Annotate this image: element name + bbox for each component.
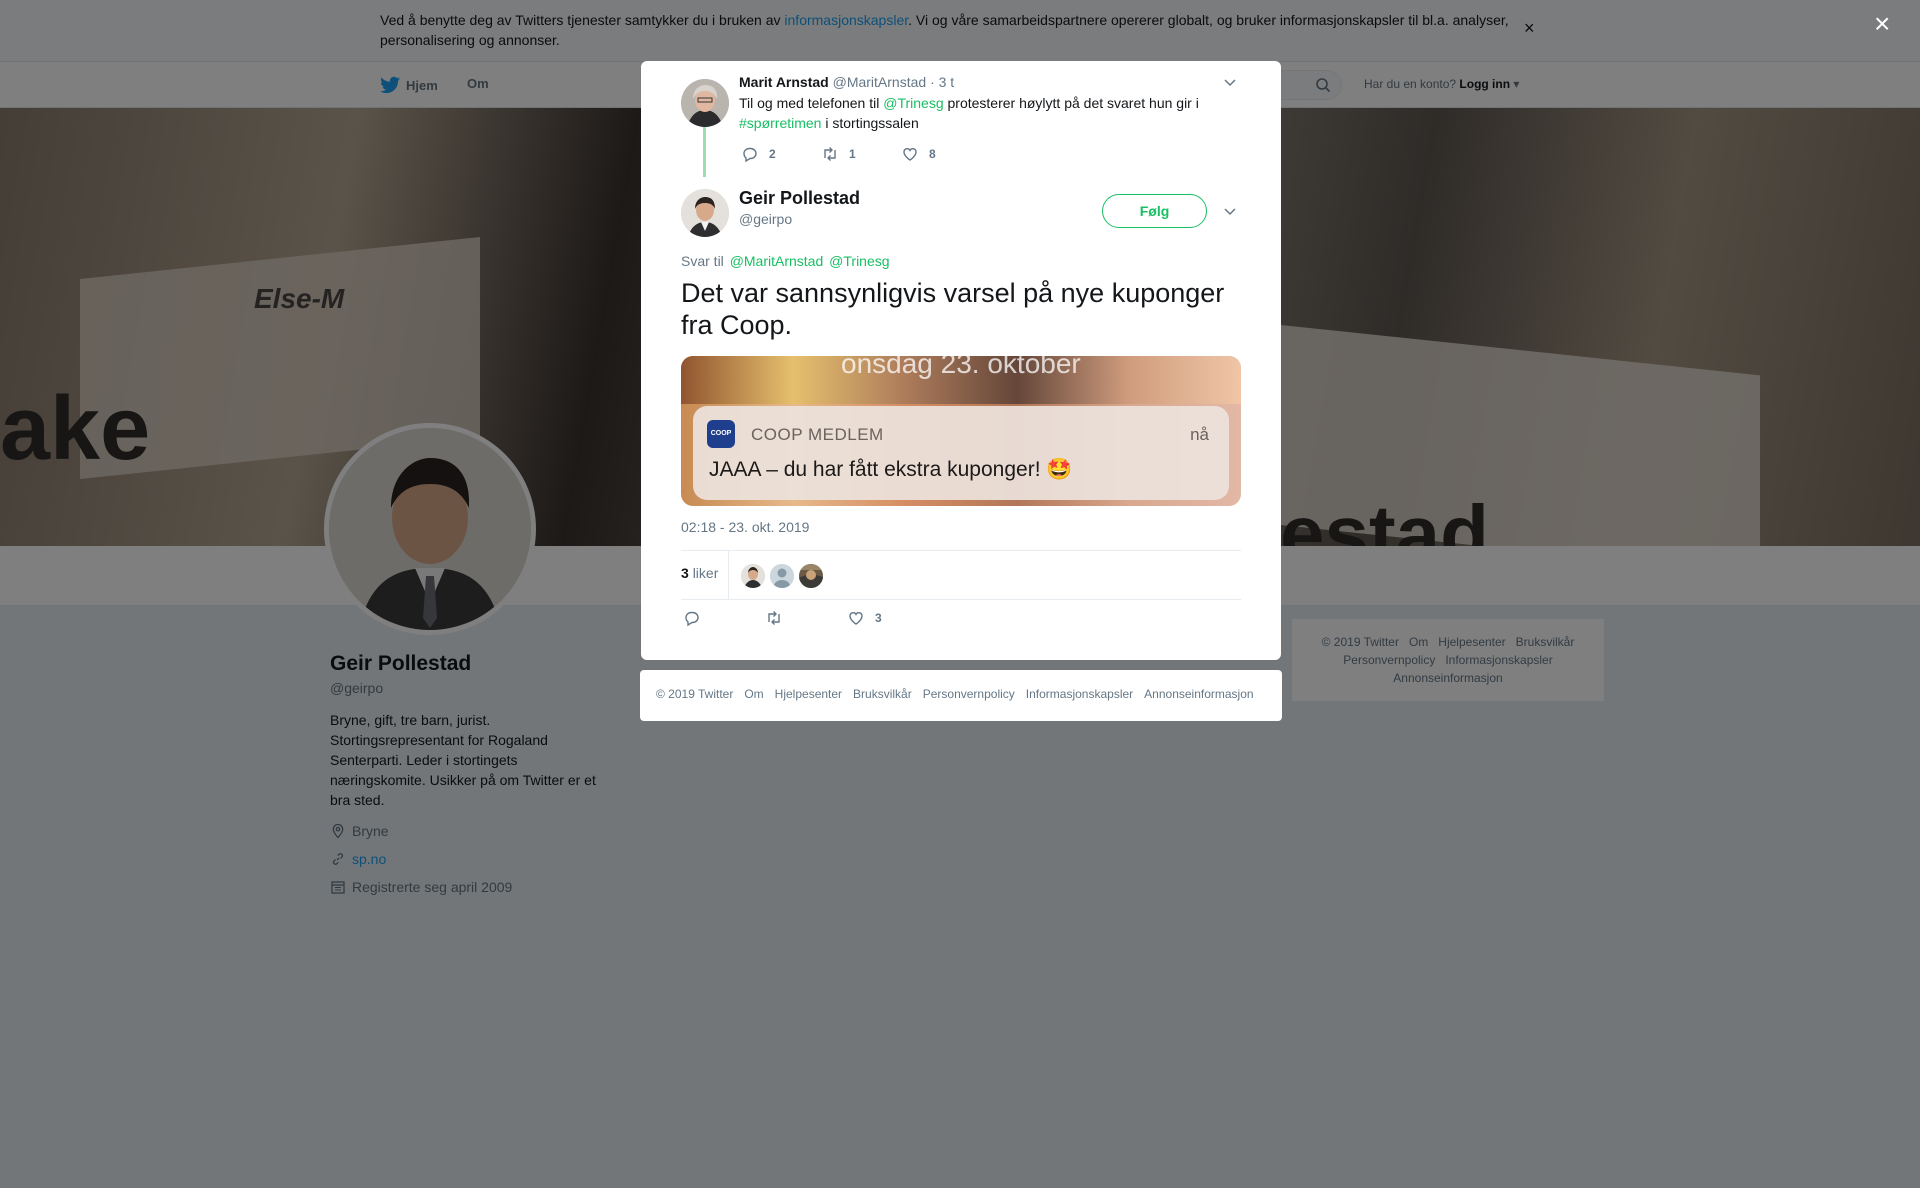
thread-connector — [703, 127, 706, 177]
retweet-icon — [768, 611, 780, 625]
marit-avatar-icon — [681, 79, 729, 127]
reply-icon — [685, 611, 699, 627]
heart-icon — [849, 612, 863, 625]
heart-icon — [903, 148, 917, 161]
modal-footer: © 2019 Twitter Om Hjelpesenter Bruksvilkår P… — [640, 670, 1282, 721]
retweet-button[interactable]: 1 — [821, 145, 901, 163]
parent-tweet-text: Til og med telefonen til @Trinesg protes… — [739, 93, 1219, 133]
footer-link-ads[interactable]: Annonseinformasjon — [1144, 687, 1253, 701]
main-tweet-text: Det var sannsynligvis varsel på nye kupo… — [681, 278, 1225, 340]
footer-link-cookies[interactable]: Informasjonskapsler — [1026, 687, 1133, 701]
notification-time: nå — [1190, 425, 1209, 444]
main-tweet-actions: 3 — [683, 609, 929, 627]
parent-tweet-header: Marit Arnstad @MaritArnstad · 3 t — [739, 74, 954, 90]
parent-tweet-text-part2: protesterer høylytt på det svaret hun gi… — [943, 95, 1199, 111]
notification-app-name: COOP MEDLEM — [751, 425, 884, 444]
parent-tweet-time[interactable]: · 3 t — [930, 74, 954, 90]
parent-tweet-actions: 2 1 8 — [741, 145, 981, 163]
retweet-count: 1 — [849, 147, 856, 161]
retweet-button[interactable] — [765, 609, 847, 627]
likes-divider — [728, 551, 729, 599]
reply-button[interactable] — [683, 609, 765, 627]
tweet-permalink-modal: Marit Arnstad @MaritArnstad · 3 t Til og… — [641, 61, 1281, 660]
reply-button[interactable]: 2 — [741, 145, 821, 163]
like-button[interactable]: 8 — [901, 145, 981, 163]
parent-tweet-author-handle[interactable]: @MaritArnstad — [833, 74, 927, 90]
chevron-down-icon[interactable] — [1223, 75, 1237, 89]
likes-count-link[interactable]: 3 liker — [681, 565, 718, 581]
footer-link-terms[interactable]: Bruksvilkår — [853, 687, 912, 701]
liker-avatar-icon — [799, 564, 823, 588]
parent-tweet-author-name[interactable]: Marit Arnstad — [739, 74, 829, 90]
reply-count: 2 — [769, 147, 776, 161]
parent-tweet-text-part1: Til og med telefonen til — [739, 95, 884, 111]
media-notification-card: COOP COOP MEDLEM nå JAAA – du har fått e… — [693, 406, 1229, 500]
likes-summary: 3 liker — [681, 550, 1241, 600]
parent-tweet-avatar[interactable] — [681, 79, 729, 127]
liker-avatar[interactable] — [770, 564, 794, 588]
like-button[interactable]: 3 — [847, 609, 929, 627]
liker-avatar[interactable] — [741, 564, 765, 588]
main-tweet-author-handle[interactable]: @geirpo — [739, 211, 792, 227]
retweet-icon — [824, 147, 836, 161]
liker-avatar-icon — [741, 564, 765, 588]
like-count: 3 — [875, 611, 882, 625]
default-avatar-icon — [770, 564, 794, 588]
media-date-text: onsdag 23. oktober — [841, 356, 1081, 379]
liker-avatar[interactable] — [799, 564, 823, 588]
main-tweet-author-name[interactable]: Geir Pollestad — [739, 188, 860, 209]
footer-link-about[interactable]: Om — [744, 687, 763, 701]
footer-link-privacy[interactable]: Personvernpolicy — [923, 687, 1015, 701]
geir-avatar-icon — [681, 189, 729, 237]
notification-message: JAAA – du har fått ekstra kuponger! 🤩 — [709, 458, 1073, 481]
hashtag-link[interactable]: #spørretimen — [739, 115, 821, 131]
tweet-timestamp[interactable]: 02:18 - 23. okt. 2019 — [681, 519, 809, 535]
like-count: 8 — [929, 147, 936, 161]
footer-link-help[interactable]: Hjelpesenter — [775, 687, 842, 701]
tweet-media-image[interactable]: onsdag 23. oktober COOP COOP MEDLEM nå J… — [681, 356, 1241, 506]
follow-button[interactable]: Følg — [1102, 194, 1207, 228]
reply-to-line: Svar til @MaritArnstad @Trinesg — [681, 253, 890, 269]
coop-logo-icon: COOP — [707, 420, 735, 448]
reply-to-mention-2[interactable]: @Trinesg — [829, 253, 889, 269]
reply-icon — [743, 147, 757, 163]
parent-tweet-text-part3: i stortingssalen — [821, 115, 919, 131]
footer-copyright: © 2019 Twitter — [656, 687, 734, 701]
chevron-down-icon[interactable] — [1223, 204, 1237, 218]
mention-link[interactable]: @Trinesg — [883, 95, 943, 111]
main-tweet-avatar[interactable] — [681, 189, 729, 237]
reply-to-mention-1[interactable]: @MaritArnstad — [730, 253, 824, 269]
reply-to-label: Svar til — [681, 253, 724, 269]
likes-count-label: liker — [692, 565, 719, 581]
close-icon[interactable]: × — [1874, 10, 1890, 38]
likes-count-number: 3 — [681, 565, 689, 581]
